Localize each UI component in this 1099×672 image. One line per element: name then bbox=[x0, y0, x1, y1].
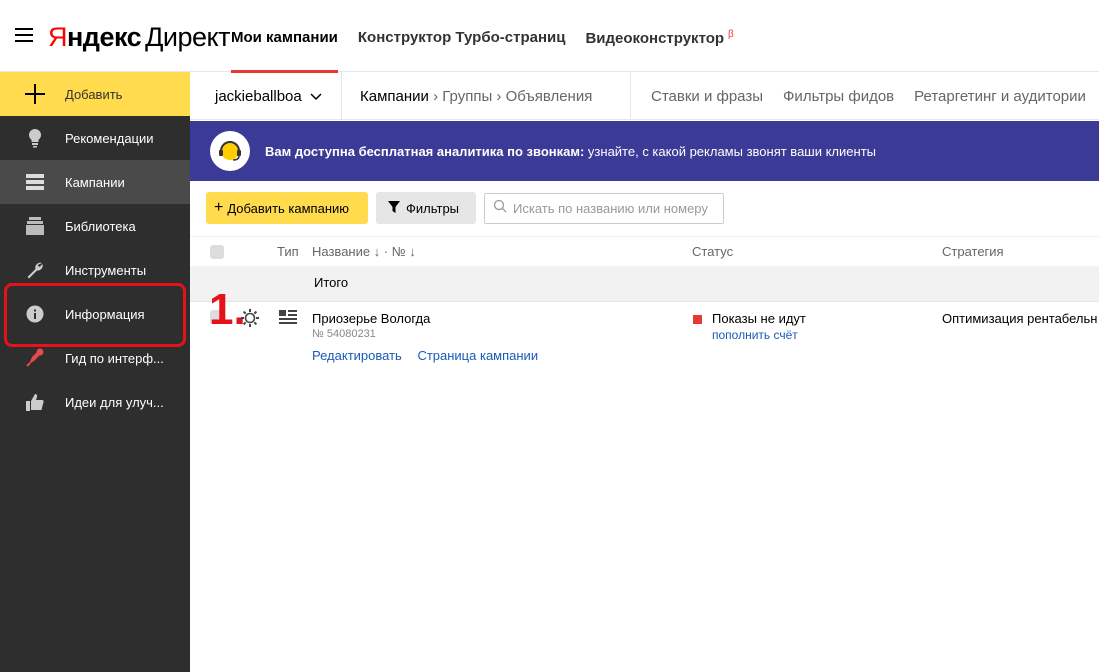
filters-button[interactable]: Фильтры bbox=[376, 192, 476, 224]
text-campaign-icon bbox=[279, 310, 297, 327]
sidebar-add-label: Добавить bbox=[65, 86, 123, 102]
sidebar-item-label: Гид по интерф... bbox=[65, 350, 164, 366]
campaign-id: № 54080231 bbox=[312, 328, 376, 340]
sidebar-item-library[interactable]: Библиотека bbox=[0, 204, 190, 248]
total-label: Итого bbox=[314, 275, 349, 290]
plus-icon bbox=[25, 84, 45, 104]
top-header: Яндекс Директ Мои кампании Конструктор Ту… bbox=[0, 0, 1099, 73]
rocket-icon bbox=[25, 348, 45, 368]
annotation-highlight-box bbox=[4, 283, 186, 347]
sidebar-item-ideas[interactable]: Идеи для улуч... bbox=[0, 380, 190, 424]
tab-retargeting[interactable]: Ретаргетинг и аудитории bbox=[914, 88, 1086, 105]
col-type: Тип bbox=[277, 244, 299, 259]
edit-link[interactable]: Редактировать bbox=[312, 348, 402, 363]
add-campaign-button[interactable]: + Добавить кампанию bbox=[206, 192, 368, 224]
sidebar-item-recommendations[interactable]: Рекомендации bbox=[0, 116, 190, 160]
logo-product: Директ bbox=[145, 22, 231, 52]
add-campaign-label: Добавить кампанию bbox=[227, 200, 350, 216]
beta-badge: β bbox=[728, 29, 734, 40]
gear-icon[interactable] bbox=[241, 309, 259, 330]
sidebar-item-label: Библиотека bbox=[65, 218, 136, 234]
chevron-down-icon bbox=[306, 88, 322, 105]
sidebar-add-button[interactable]: Добавить bbox=[0, 72, 190, 116]
yandex-direct-logo[interactable]: Яндекс Директ bbox=[48, 22, 231, 53]
logo-ndeks: ндекс bbox=[67, 22, 142, 52]
topnav-video-label: Видеоконструктор bbox=[585, 30, 725, 47]
breadcrumb: Кампании › Группы › Объявления bbox=[360, 88, 592, 105]
subnav-tabs: Ставки и фразы Фильтры фидов Ретаргетинг… bbox=[651, 88, 1099, 105]
select-all-checkbox[interactable] bbox=[210, 245, 224, 259]
call-analytics-banner[interactable]: Вам доступна бесплатная аналитика по зво… bbox=[190, 121, 1099, 181]
logo-ya: Я bbox=[48, 22, 68, 52]
account-selector[interactable]: jackieballboa bbox=[215, 88, 322, 105]
crumb-campaigns[interactable]: Кампании bbox=[360, 88, 429, 105]
crumb-ads[interactable]: Объявления bbox=[506, 88, 593, 105]
search-field[interactable] bbox=[484, 193, 724, 224]
sidebar-item-label: Идеи для улуч... bbox=[65, 394, 164, 410]
sub-nav: jackieballboa Кампании › Группы › Объявл… bbox=[190, 72, 1099, 120]
filter-icon bbox=[388, 200, 406, 216]
divider bbox=[630, 72, 631, 120]
search-icon bbox=[493, 199, 507, 218]
col-status: Статус bbox=[692, 244, 734, 259]
tab-feed-filters[interactable]: Фильтры фидов bbox=[783, 88, 894, 105]
account-name: jackieballboa bbox=[215, 88, 302, 105]
sidebar-item-campaigns[interactable]: Кампании bbox=[0, 160, 190, 204]
thumbs-up-icon bbox=[25, 392, 45, 412]
headset-icon bbox=[210, 131, 250, 171]
chevron-right-icon: › bbox=[433, 88, 443, 105]
sidebar-item-label: Рекомендации bbox=[65, 130, 154, 146]
strategy-text: Оптимизация рентабельн bbox=[942, 311, 1098, 326]
banner-rest: узнайте, с какой рекламы звонят ваши кли… bbox=[584, 143, 876, 159]
banner-bold: Вам доступна бесплатная аналитика по зво… bbox=[265, 143, 585, 159]
sidebar: Добавить Рекомендации Кампании Библиотек… bbox=[0, 72, 190, 672]
table-row: 1. Приозерье Вологда № 54080231 Редактир… bbox=[190, 288, 1099, 372]
topnav-my-campaigns[interactable]: Мои кампании bbox=[231, 0, 338, 73]
library-icon bbox=[25, 216, 45, 236]
campaign-links: Редактировать Страница кампании bbox=[312, 348, 550, 363]
campaign-name[interactable]: Приозерье Вологда bbox=[312, 311, 430, 326]
sidebar-item-label: Кампании bbox=[65, 174, 125, 190]
crumb-groups[interactable]: Группы bbox=[442, 88, 492, 105]
status-indicator bbox=[693, 315, 702, 324]
table-header: Тип Название ↓ · № ↓ Статус Стратегия bbox=[190, 236, 1099, 266]
search-input[interactable] bbox=[513, 201, 713, 216]
top-nav: Мои кампании Конструктор Турбо-страниц В… bbox=[231, 0, 754, 73]
plus-icon: + bbox=[214, 199, 224, 216]
wrench-icon bbox=[25, 260, 45, 280]
sidebar-item-label: Инструменты bbox=[65, 262, 147, 278]
col-strategy: Стратегия bbox=[942, 244, 1004, 259]
col-name[interactable]: Название ↓ · № ↓ bbox=[312, 244, 416, 259]
top-up-link[interactable]: пополнить счёт bbox=[712, 328, 798, 342]
divider bbox=[341, 72, 342, 120]
filters-label: Фильтры bbox=[406, 200, 460, 216]
topnav-turbo-builder[interactable]: Конструктор Турбо-страниц bbox=[358, 0, 566, 72]
tab-bids-phrases[interactable]: Ставки и фразы bbox=[651, 88, 763, 105]
lightbulb-icon bbox=[25, 128, 45, 148]
campaign-page-link[interactable]: Страница кампании bbox=[417, 348, 538, 363]
menu-icon[interactable] bbox=[15, 28, 33, 44]
status-text: Показы не идут bbox=[712, 311, 806, 326]
chevron-right-icon: › bbox=[496, 88, 506, 105]
total-row: Итого bbox=[190, 266, 1099, 302]
topnav-video-builder[interactable]: Видеоконструктор β bbox=[585, 0, 733, 72]
list-icon bbox=[25, 172, 45, 192]
banner-text: Вам доступна бесплатная аналитика по зво… bbox=[265, 144, 876, 159]
